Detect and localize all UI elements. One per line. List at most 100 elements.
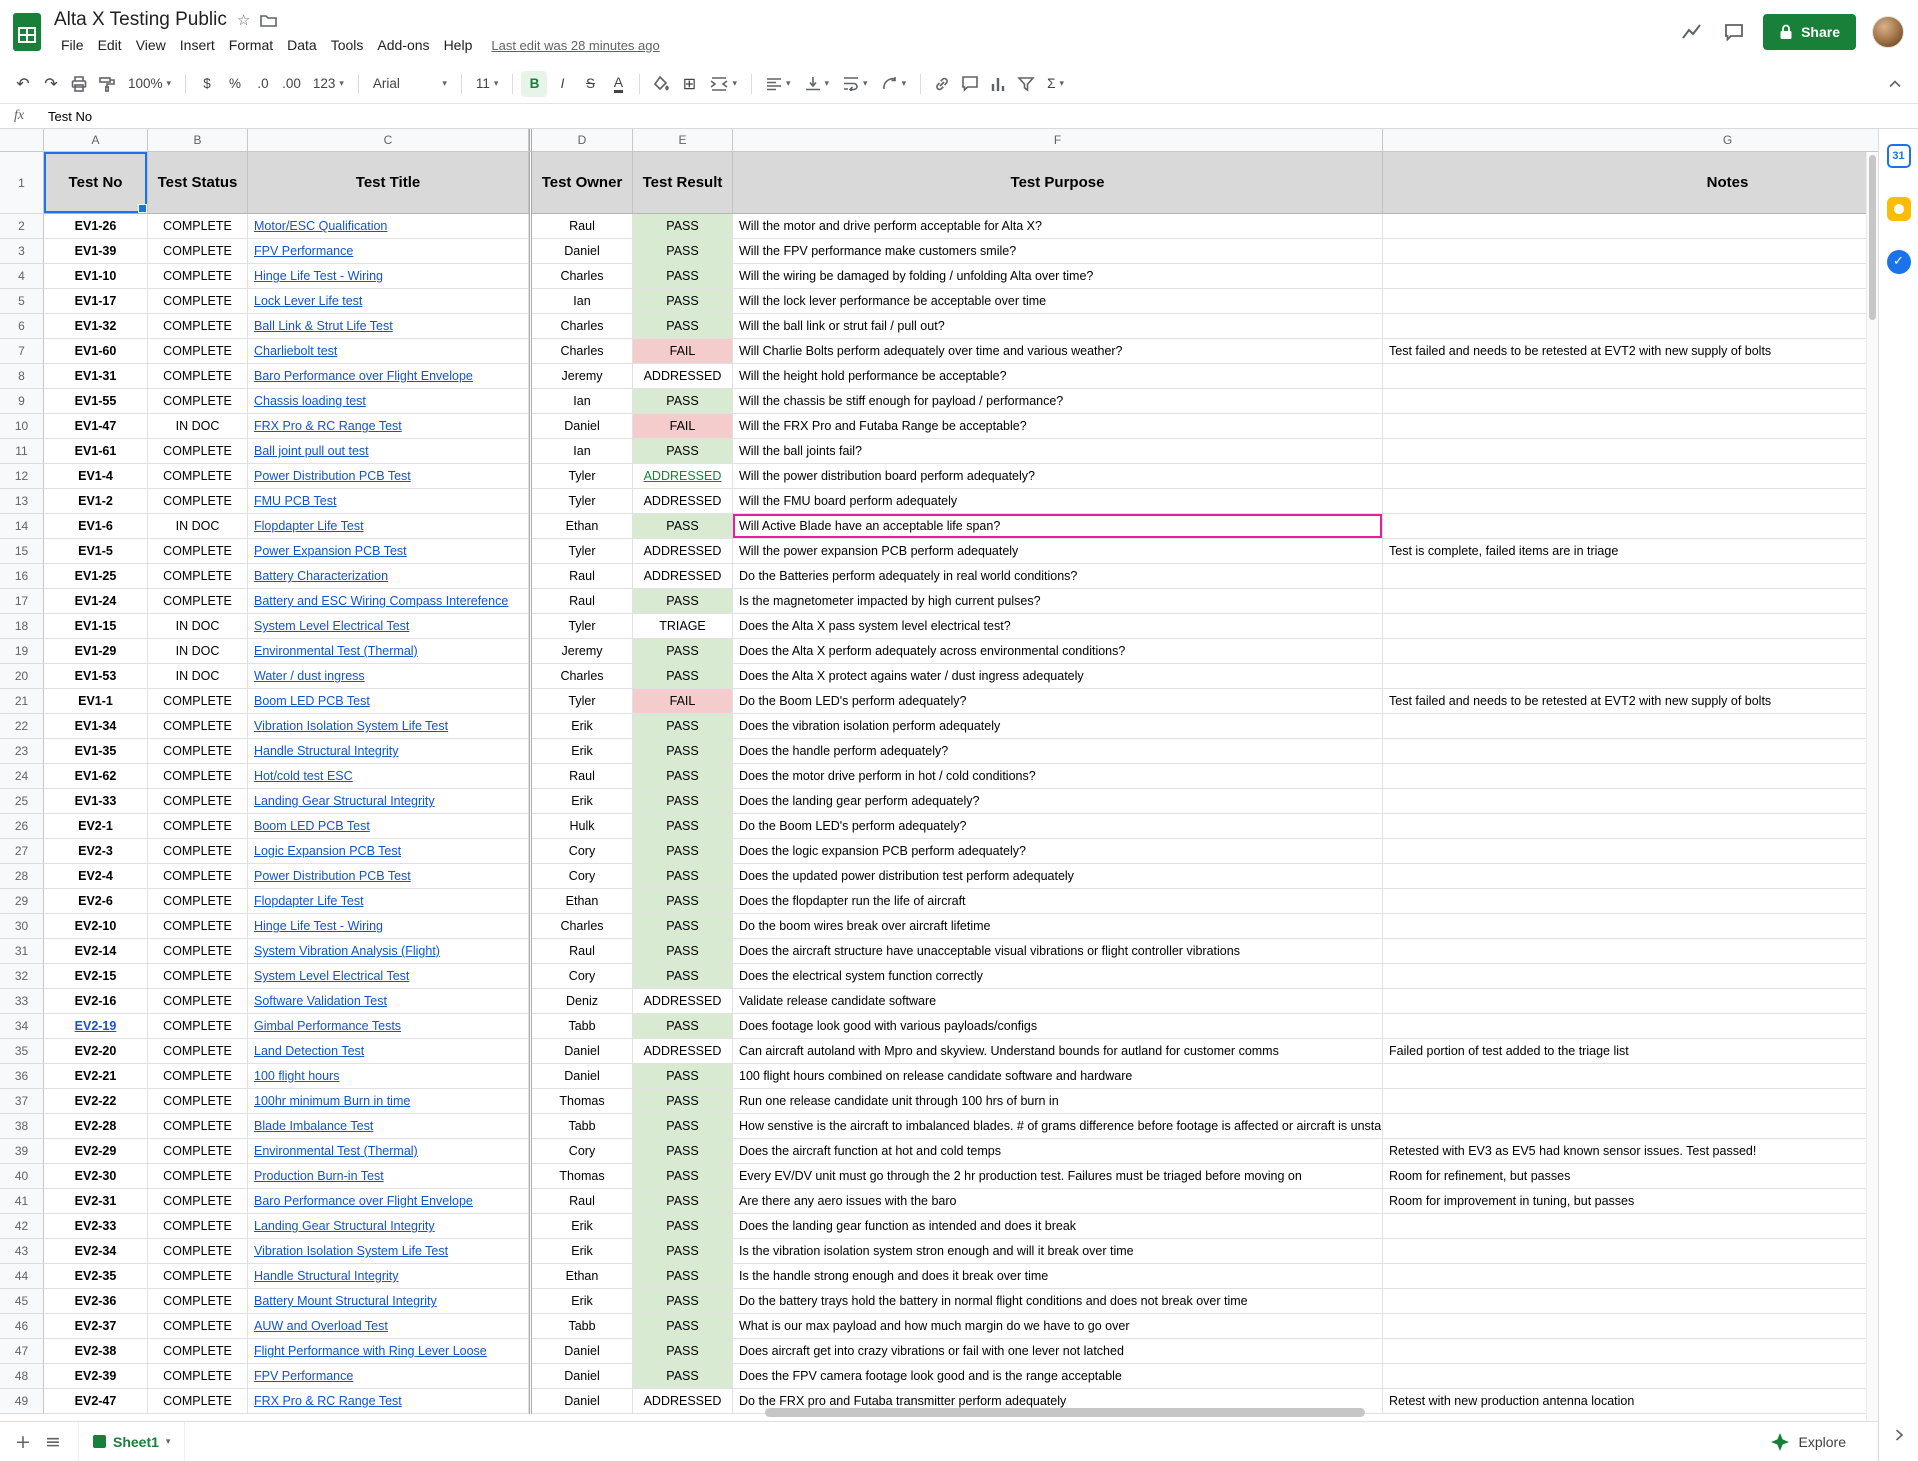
row-number[interactable]: 34: [0, 1014, 44, 1039]
row-number[interactable]: 1: [0, 152, 44, 214]
cell-A21[interactable]: EV1-1: [44, 689, 148, 714]
column-header-A[interactable]: A: [44, 129, 148, 152]
cell-B13[interactable]: COMPLETE: [148, 489, 248, 514]
cell-G9[interactable]: [1383, 389, 1878, 414]
cell-A32[interactable]: EV2-15: [44, 964, 148, 989]
cell-F27[interactable]: Does the logic expansion PCB perform ade…: [733, 839, 1383, 864]
vertical-scrollbar[interactable]: [1866, 152, 1878, 1421]
select-all-corner[interactable]: [0, 129, 44, 152]
cell-B35[interactable]: COMPLETE: [148, 1039, 248, 1064]
row-number[interactable]: 20: [0, 664, 44, 689]
cell-G43[interactable]: [1383, 1239, 1878, 1264]
cell-C5[interactable]: Lock Lever Life test: [248, 289, 529, 314]
cell-B22[interactable]: COMPLETE: [148, 714, 248, 739]
row-number[interactable]: 31: [0, 939, 44, 964]
cell-E45[interactable]: PASS: [633, 1289, 733, 1314]
row-number[interactable]: 28: [0, 864, 44, 889]
cell-B2[interactable]: COMPLETE: [148, 214, 248, 239]
row-number[interactable]: 13: [0, 489, 44, 514]
cell-E22[interactable]: PASS: [633, 714, 733, 739]
cell-F13[interactable]: Will the FMU board perform adequately: [733, 489, 1383, 514]
horizontal-align-button[interactable]: ▾: [760, 71, 797, 97]
cell-A30[interactable]: EV2-10: [44, 914, 148, 939]
cell-C33[interactable]: Software Validation Test: [248, 989, 529, 1014]
cell-G21[interactable]: Test failed and needs to be retested at …: [1383, 689, 1878, 714]
cell-A28[interactable]: EV2-4: [44, 864, 148, 889]
cell-D18[interactable]: Tyler: [532, 614, 633, 639]
sheet-tab[interactable]: Sheet1 ▾: [78, 1422, 185, 1461]
row-number[interactable]: 36: [0, 1064, 44, 1089]
move-folder-icon[interactable]: [260, 13, 277, 27]
print-icon[interactable]: [66, 71, 92, 97]
cell-B31[interactable]: COMPLETE: [148, 939, 248, 964]
cell-D16[interactable]: Raul: [532, 564, 633, 589]
menu-file[interactable]: File: [54, 35, 91, 55]
menu-view[interactable]: View: [129, 35, 173, 55]
cell-G38[interactable]: [1383, 1114, 1878, 1139]
comment-history-icon[interactable]: [1721, 19, 1747, 45]
add-sheet-button[interactable]: +: [8, 1427, 38, 1457]
row-number[interactable]: 37: [0, 1089, 44, 1114]
cell-B43[interactable]: COMPLETE: [148, 1239, 248, 1264]
cell-C4[interactable]: Hinge Life Test - Wiring: [248, 264, 529, 289]
cell-F28[interactable]: Does the updated power distribution test…: [733, 864, 1383, 889]
cell-D47[interactable]: Daniel: [532, 1339, 633, 1364]
row-number[interactable]: 7: [0, 339, 44, 364]
insert-comment-icon[interactable]: [957, 71, 983, 97]
cell-G14[interactable]: [1383, 514, 1878, 539]
cell-E42[interactable]: PASS: [633, 1214, 733, 1239]
cell-A45[interactable]: EV2-36: [44, 1289, 148, 1314]
cell-F25[interactable]: Does the landing gear perform adequately…: [733, 789, 1383, 814]
cell-B12[interactable]: COMPLETE: [148, 464, 248, 489]
cell-B28[interactable]: COMPLETE: [148, 864, 248, 889]
cell-C38[interactable]: Blade Imbalance Test: [248, 1114, 529, 1139]
more-formats-button[interactable]: 123▾: [307, 71, 350, 97]
row-number[interactable]: 26: [0, 814, 44, 839]
cell-G6[interactable]: [1383, 314, 1878, 339]
collapse-panel-icon[interactable]: [1894, 1428, 1904, 1447]
cell-F46[interactable]: What is our max payload and how much mar…: [733, 1314, 1383, 1339]
row-number[interactable]: 5: [0, 289, 44, 314]
cell-F4[interactable]: Will the wiring be damaged by folding / …: [733, 264, 1383, 289]
cell-B14[interactable]: IN DOC: [148, 514, 248, 539]
text-wrap-button[interactable]: ▾: [837, 71, 874, 97]
cell-D10[interactable]: Daniel: [532, 414, 633, 439]
cell-E10[interactable]: FAIL: [633, 414, 733, 439]
cell-D46[interactable]: Tabb: [532, 1314, 633, 1339]
cell-F45[interactable]: Do the battery trays hold the battery in…: [733, 1289, 1383, 1314]
cell-A35[interactable]: EV2-20: [44, 1039, 148, 1064]
cell-F43[interactable]: Is the vibration isolation system stron …: [733, 1239, 1383, 1264]
cell-G36[interactable]: [1383, 1064, 1878, 1089]
cell-E47[interactable]: PASS: [633, 1339, 733, 1364]
cell-F18[interactable]: Does the Alta X pass system level electr…: [733, 614, 1383, 639]
cell-D41[interactable]: Raul: [532, 1189, 633, 1214]
cell-G1[interactable]: Notes: [1383, 152, 1878, 214]
cell-C34[interactable]: Gimbal Performance Tests: [248, 1014, 529, 1039]
cell-E13[interactable]: ADDRESSED: [633, 489, 733, 514]
cell-D38[interactable]: Tabb: [532, 1114, 633, 1139]
cell-C25[interactable]: Landing Gear Structural Integrity: [248, 789, 529, 814]
cell-B20[interactable]: IN DOC: [148, 664, 248, 689]
cell-G15[interactable]: Test is complete, failed items are in tr…: [1383, 539, 1878, 564]
undo-icon[interactable]: ↶: [10, 71, 36, 97]
cell-B46[interactable]: COMPLETE: [148, 1314, 248, 1339]
cell-F8[interactable]: Will the height hold performance be acce…: [733, 364, 1383, 389]
cell-E28[interactable]: PASS: [633, 864, 733, 889]
cell-E8[interactable]: ADDRESSED: [633, 364, 733, 389]
format-percent-button[interactable]: %: [222, 71, 248, 97]
cell-A2[interactable]: EV1-26: [44, 214, 148, 239]
cell-G24[interactable]: [1383, 764, 1878, 789]
cell-G30[interactable]: [1383, 914, 1878, 939]
cell-G42[interactable]: [1383, 1214, 1878, 1239]
cell-B16[interactable]: COMPLETE: [148, 564, 248, 589]
cell-A19[interactable]: EV1-29: [44, 639, 148, 664]
cell-C21[interactable]: Boom LED PCB Test: [248, 689, 529, 714]
decrease-decimal-button[interactable]: .0: [250, 71, 276, 97]
cell-D42[interactable]: Erik: [532, 1214, 633, 1239]
cell-F29[interactable]: Does the flopdapter run the life of airc…: [733, 889, 1383, 914]
row-number[interactable]: 12: [0, 464, 44, 489]
menu-tools[interactable]: Tools: [324, 35, 371, 55]
cell-G4[interactable]: [1383, 264, 1878, 289]
cell-F14[interactable]: Will Active Blade have an acceptable lif…: [733, 514, 1383, 539]
cell-D39[interactable]: Cory: [532, 1139, 633, 1164]
